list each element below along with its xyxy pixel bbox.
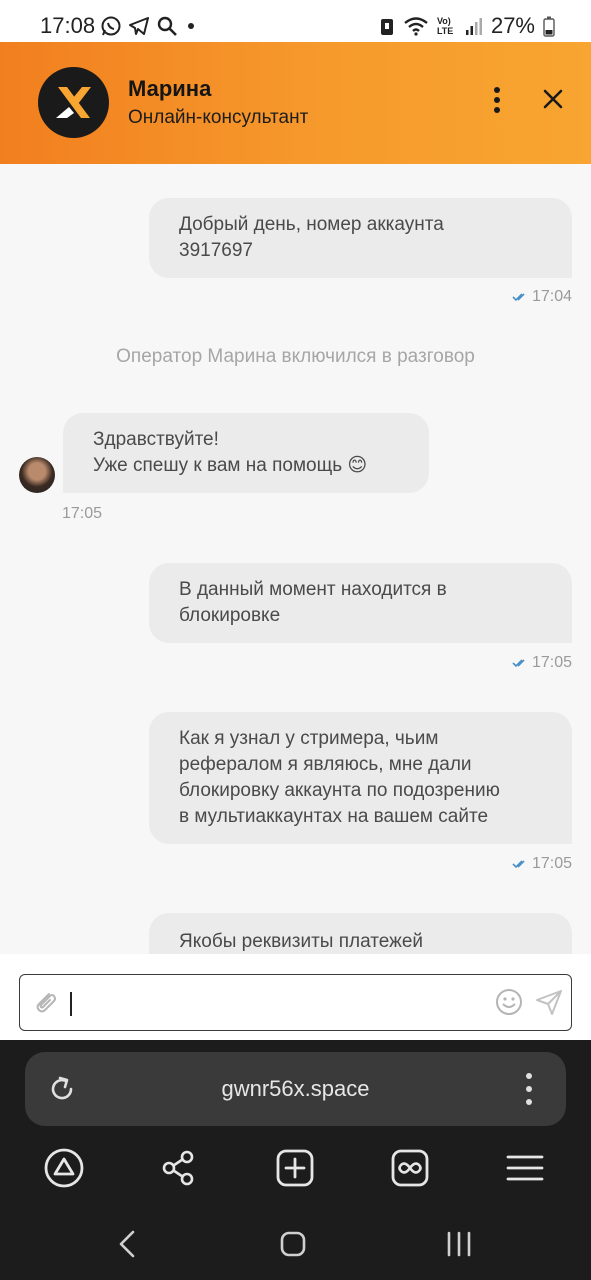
menu-icon[interactable] xyxy=(503,1146,547,1190)
battery-percent: 27% xyxy=(490,13,535,38)
message-bubble-outgoing: Добрый день, номер аккаунта 3917697 xyxy=(149,198,572,278)
back-icon[interactable] xyxy=(108,1224,148,1264)
message-line: 3917697 xyxy=(179,240,253,261)
notification-icons xyxy=(100,13,198,39)
recent-apps-icon[interactable] xyxy=(439,1224,479,1264)
wifi-icon xyxy=(404,17,428,36)
chat-messages[interactable]: Добрый день, номер аккаунта 3917697 17:0… xyxy=(0,164,591,954)
more-options-icon[interactable] xyxy=(484,82,510,118)
message-input[interactable] xyxy=(19,974,572,1031)
signal-icon xyxy=(465,18,482,35)
message-bubble-incoming: Здравствуйте! Уже спешу к вам на помощь … xyxy=(63,413,429,493)
message-line: рефералом я являюсь, мне дали xyxy=(179,754,472,775)
message-time: 17:05 xyxy=(512,654,572,672)
brand-logo-avatar xyxy=(38,67,109,138)
message-input-area xyxy=(0,954,591,1040)
status-time: 17:08 xyxy=(40,13,96,38)
message-line: Уже спешу к вам на помощь 😊 xyxy=(93,455,368,476)
message-bubble-outgoing: Якобы реквизиты платежей xyxy=(149,913,572,954)
network-label: Vo) LTE xyxy=(436,16,454,36)
infinity-icon[interactable] xyxy=(388,1146,432,1190)
text-caret xyxy=(70,992,72,1016)
paperclip-icon[interactable] xyxy=(31,988,59,1016)
home-icon[interactable] xyxy=(42,1146,86,1190)
close-icon[interactable] xyxy=(538,84,568,114)
operator-name: Марина xyxy=(128,76,212,101)
telegram-icon xyxy=(129,17,149,35)
message-bubble-outgoing: Как я узнал у стримера, чьим рефералом я… xyxy=(149,712,572,844)
message-line: Как я узнал у стримера, чьим xyxy=(179,728,439,749)
system-message: Оператор Марина включился в разговор xyxy=(116,346,475,367)
browser-toolbar: gwnr56x.space xyxy=(0,1040,591,1280)
alarm-icon xyxy=(380,19,393,35)
message-line: Здравствуйте! xyxy=(93,429,219,450)
emoji-icon[interactable] xyxy=(495,988,523,1016)
battery-icon xyxy=(543,16,555,37)
search-icon xyxy=(157,16,177,36)
send-icon[interactable] xyxy=(534,988,564,1016)
x-logo-icon xyxy=(56,87,91,118)
message-time: 17:05 xyxy=(512,855,572,873)
whatsapp-icon xyxy=(101,16,121,36)
message-line: блокировке xyxy=(179,605,281,626)
message-time-text: 17:05 xyxy=(531,654,572,671)
url-text[interactable]: gwnr56x.space xyxy=(25,1076,566,1102)
share-icon[interactable] xyxy=(157,1146,201,1190)
double-check-icon xyxy=(512,659,525,668)
message-line: Добрый день, номер аккаунта xyxy=(179,214,444,235)
home-nav-icon[interactable] xyxy=(273,1224,313,1264)
message-time: 17:05 xyxy=(62,505,102,523)
status-bar: 17:08 Vo) LTE 27% xyxy=(0,0,591,42)
chat-header: Марина Онлайн-консультант xyxy=(0,42,591,164)
new-tab-icon[interactable] xyxy=(273,1146,317,1190)
message-line: В данный момент находится в xyxy=(179,579,447,600)
message-time: 17:04 xyxy=(512,288,572,306)
dot-icon xyxy=(188,23,194,29)
message-line: в мультиаккаунтах на вашем сайте xyxy=(179,806,489,827)
browser-more-icon[interactable] xyxy=(523,1072,535,1106)
operator-avatar xyxy=(19,457,55,493)
message-time-text: 17:04 xyxy=(531,288,572,305)
message-bubble-outgoing: В данный момент находится в блокировке xyxy=(149,563,572,643)
double-check-icon xyxy=(512,293,525,302)
double-check-icon xyxy=(512,860,525,869)
message-line: Якобы реквизиты платежей xyxy=(179,931,424,952)
message-time-text: 17:05 xyxy=(531,855,572,872)
system-indicators: Vo) LTE 27% xyxy=(379,12,555,40)
message-time-text: 17:05 xyxy=(62,505,103,522)
message-line: блокировку аккаунта по подозрению xyxy=(179,780,500,801)
address-bar[interactable]: gwnr56x.space xyxy=(25,1052,566,1126)
operator-role: Онлайн-консультант xyxy=(128,107,309,128)
